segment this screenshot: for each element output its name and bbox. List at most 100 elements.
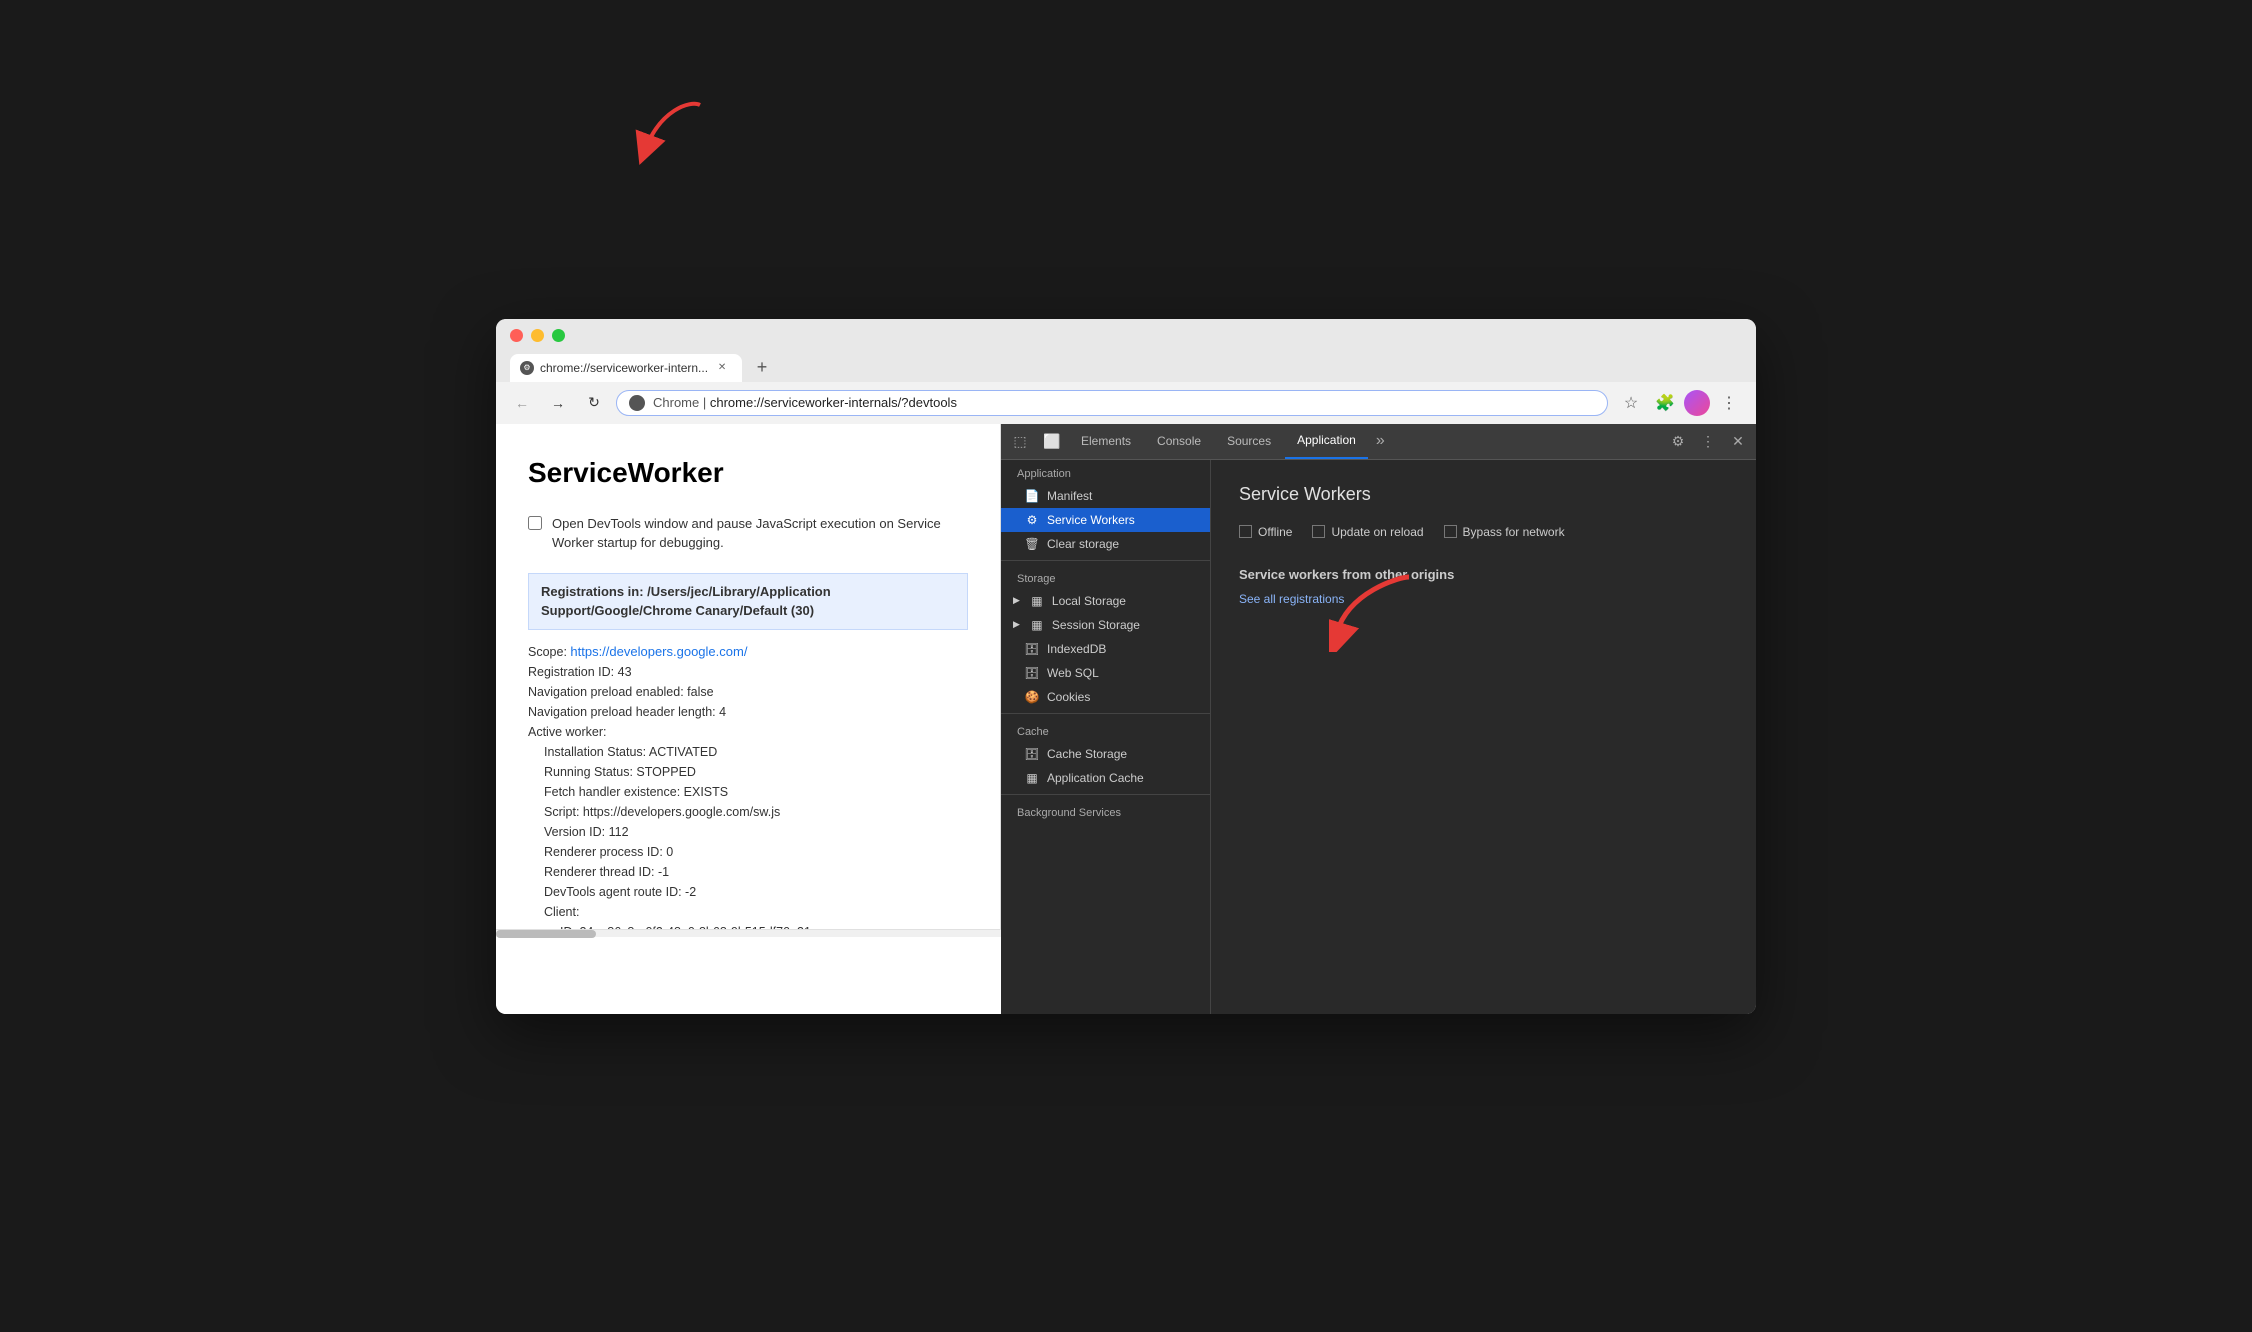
debug-checkbox-label: Open DevTools window and pause JavaScrip… bbox=[552, 514, 968, 553]
scope-line: Scope: https://developers.google.com/ bbox=[528, 642, 968, 663]
sidebar-item-indexeddb[interactable]: 🗄 IndexedDB bbox=[1001, 637, 1210, 661]
tab-elements[interactable]: Elements bbox=[1069, 424, 1143, 459]
sidebar-item-application-cache[interactable]: ▦ Application Cache bbox=[1001, 766, 1210, 790]
see-all-link-wrapper: See all registrations bbox=[1239, 592, 1344, 606]
browser-tabs-row: ⚙ chrome://serviceworker-intern... ✕ + bbox=[510, 354, 1742, 382]
nav-preload: Navigation preload enabled: false bbox=[528, 682, 968, 702]
tab-sources[interactable]: Sources bbox=[1215, 424, 1283, 459]
bypass-network-checkbox[interactable] bbox=[1444, 525, 1457, 538]
maximize-window-button[interactable] bbox=[552, 329, 565, 342]
sidebar-item-session-storage[interactable]: ▶ ▦ Session Storage bbox=[1001, 613, 1210, 637]
sidebar-item-cookies[interactable]: 🍪 Cookies bbox=[1001, 685, 1210, 709]
menu-button[interactable]: ⋮ bbox=[1714, 388, 1744, 418]
reload-button[interactable]: ↻ bbox=[580, 389, 608, 417]
update-reload-label: Update on reload bbox=[1331, 525, 1423, 539]
sidebar-item-local-storage[interactable]: ▶ ▦ Local Storage bbox=[1001, 589, 1210, 613]
fetch-handler: Fetch handler existence: EXISTS bbox=[544, 782, 968, 802]
devtools-main: Service Workers Offline Update on reload bbox=[1211, 460, 1756, 1014]
install-status: Installation Status: ACTIVATED bbox=[544, 742, 968, 762]
sidebar-item-service-workers-label: Service Workers bbox=[1047, 513, 1135, 527]
devtools-close-button[interactable]: ✕ bbox=[1724, 427, 1752, 455]
close-window-button[interactable] bbox=[510, 329, 523, 342]
minimize-window-button[interactable] bbox=[531, 329, 544, 342]
page-area-wrapper: ServiceWorker Open DevTools window and p… bbox=[496, 424, 1001, 1014]
sidebar-item-web-sql[interactable]: 🗄 Web SQL bbox=[1001, 661, 1210, 685]
tab-console[interactable]: Console bbox=[1145, 424, 1213, 459]
update-reload-checkbox[interactable] bbox=[1312, 525, 1325, 538]
other-origins-section: Service workers from other origins See a… bbox=[1239, 567, 1728, 606]
browser-content: ServiceWorker Open DevTools window and p… bbox=[496, 424, 1756, 1014]
active-worker-label: Active worker: bbox=[528, 722, 968, 742]
red-arrow-annotation bbox=[1329, 572, 1419, 652]
registration-header: Registrations in: /Users/jec/Library/App… bbox=[528, 573, 968, 630]
devtools-inspect-icon[interactable]: ⬜ bbox=[1037, 426, 1067, 456]
page-scrollbar[interactable] bbox=[496, 929, 1001, 937]
browser-titlebar: ⚙ chrome://serviceworker-intern... ✕ + bbox=[496, 319, 1756, 382]
running-status: Running Status: STOPPED bbox=[544, 762, 968, 782]
offline-checkbox-item: Offline bbox=[1239, 525, 1292, 539]
scope-link[interactable]: https://developers.google.com/ bbox=[570, 644, 747, 659]
address-bar[interactable]: Chrome | chrome://serviceworker-internal… bbox=[616, 390, 1608, 416]
version-id: Version ID: 112 bbox=[544, 822, 968, 842]
manifest-icon: 📄 bbox=[1025, 489, 1039, 503]
sidebar-item-cookies-label: Cookies bbox=[1047, 690, 1090, 704]
sidebar-section-cache: Cache bbox=[1001, 718, 1210, 742]
expand-arrow-session: ▶ bbox=[1013, 619, 1020, 630]
reg-id: Registration ID: 43 bbox=[528, 662, 968, 682]
devtools-cursor-icon[interactable]: ⬚ bbox=[1005, 426, 1035, 456]
browser-navbar: ← → ↻ Chrome | chrome://serviceworker-in… bbox=[496, 382, 1756, 424]
debug-checkbox[interactable] bbox=[528, 516, 542, 530]
client1-label: Client: bbox=[544, 902, 968, 922]
browser-window: ⚙ chrome://serviceworker-intern... ✕ + ←… bbox=[496, 319, 1756, 1014]
sidebar-item-cache-storage-label: Cache Storage bbox=[1047, 747, 1127, 761]
worker-details: Installation Status: ACTIVATED Running S… bbox=[528, 742, 968, 928]
extensions-button[interactable]: 🧩 bbox=[1650, 388, 1680, 418]
offline-checkbox[interactable] bbox=[1239, 525, 1252, 538]
tab-close-button[interactable]: ✕ bbox=[714, 360, 730, 376]
sidebar-item-service-workers[interactable]: ⚙ Service Workers bbox=[1001, 508, 1210, 532]
sidebar-divider-3 bbox=[1001, 794, 1210, 795]
page-info-block: Scope: https://developers.google.com/ Re… bbox=[528, 642, 968, 929]
forward-button[interactable]: → bbox=[544, 389, 572, 417]
renderer-process: Renderer process ID: 0 bbox=[544, 842, 968, 862]
cookies-icon: 🍪 bbox=[1025, 690, 1039, 704]
sidebar-section-storage: Storage bbox=[1001, 565, 1210, 589]
clear-storage-icon: 🗑 bbox=[1025, 537, 1039, 551]
address-text: Chrome | chrome://serviceworker-internal… bbox=[653, 395, 957, 410]
session-storage-icon: ▦ bbox=[1030, 618, 1044, 632]
site-favicon bbox=[629, 395, 645, 411]
tab-application[interactable]: Application bbox=[1285, 424, 1368, 459]
devtools-settings-button[interactable]: ⚙ bbox=[1664, 427, 1692, 455]
see-all-registrations-link[interactable]: See all registrations bbox=[1239, 592, 1344, 606]
other-origins-title: Service workers from other origins bbox=[1239, 567, 1728, 582]
sidebar-item-cache-storage[interactable]: 🗄 Cache Storage bbox=[1001, 742, 1210, 766]
service-workers-title: Service Workers bbox=[1239, 484, 1728, 505]
page-scrollbar-thumb bbox=[496, 930, 596, 938]
offline-label: Offline bbox=[1258, 525, 1292, 539]
sidebar-item-indexeddb-label: IndexedDB bbox=[1047, 642, 1106, 656]
page-area: ServiceWorker Open DevTools window and p… bbox=[496, 424, 1001, 929]
update-reload-checkbox-item: Update on reload bbox=[1312, 525, 1423, 539]
sidebar-item-clear-storage[interactable]: 🗑 Clear storage bbox=[1001, 532, 1210, 556]
debug-checkbox-row: Open DevTools window and pause JavaScrip… bbox=[528, 514, 968, 553]
page-title: ServiceWorker bbox=[528, 452, 968, 494]
sidebar-item-manifest[interactable]: 📄 Manifest bbox=[1001, 484, 1210, 508]
nav-preload-len: Navigation preload header length: 4 bbox=[528, 702, 968, 722]
sidebar-divider-1 bbox=[1001, 560, 1210, 561]
bypass-network-checkbox-item: Bypass for network bbox=[1444, 525, 1565, 539]
indexeddb-icon: 🗄 bbox=[1025, 642, 1039, 656]
script-url: Script: https://developers.google.com/sw… bbox=[544, 802, 968, 822]
user-avatar[interactable] bbox=[1684, 390, 1710, 416]
new-tab-button[interactable]: + bbox=[748, 354, 776, 382]
bookmark-button[interactable]: ☆ bbox=[1616, 388, 1646, 418]
back-button[interactable]: ← bbox=[508, 389, 536, 417]
devtools-sidebar: Application 📄 Manifest ⚙ Service Workers… bbox=[1001, 460, 1211, 1014]
address-domain: Chrome | bbox=[653, 395, 710, 410]
devtools-tabs: ⬚ ⬜ Elements Console Sources Application… bbox=[1001, 424, 1756, 460]
more-tabs-button[interactable]: » bbox=[1370, 432, 1391, 450]
window-controls bbox=[510, 329, 1742, 342]
sidebar-item-session-storage-label: Session Storage bbox=[1052, 618, 1140, 632]
browser-tab[interactable]: ⚙ chrome://serviceworker-intern... ✕ bbox=[510, 354, 742, 382]
tab-favicon: ⚙ bbox=[520, 361, 534, 375]
devtools-menu-button[interactable]: ⋮ bbox=[1694, 427, 1722, 455]
